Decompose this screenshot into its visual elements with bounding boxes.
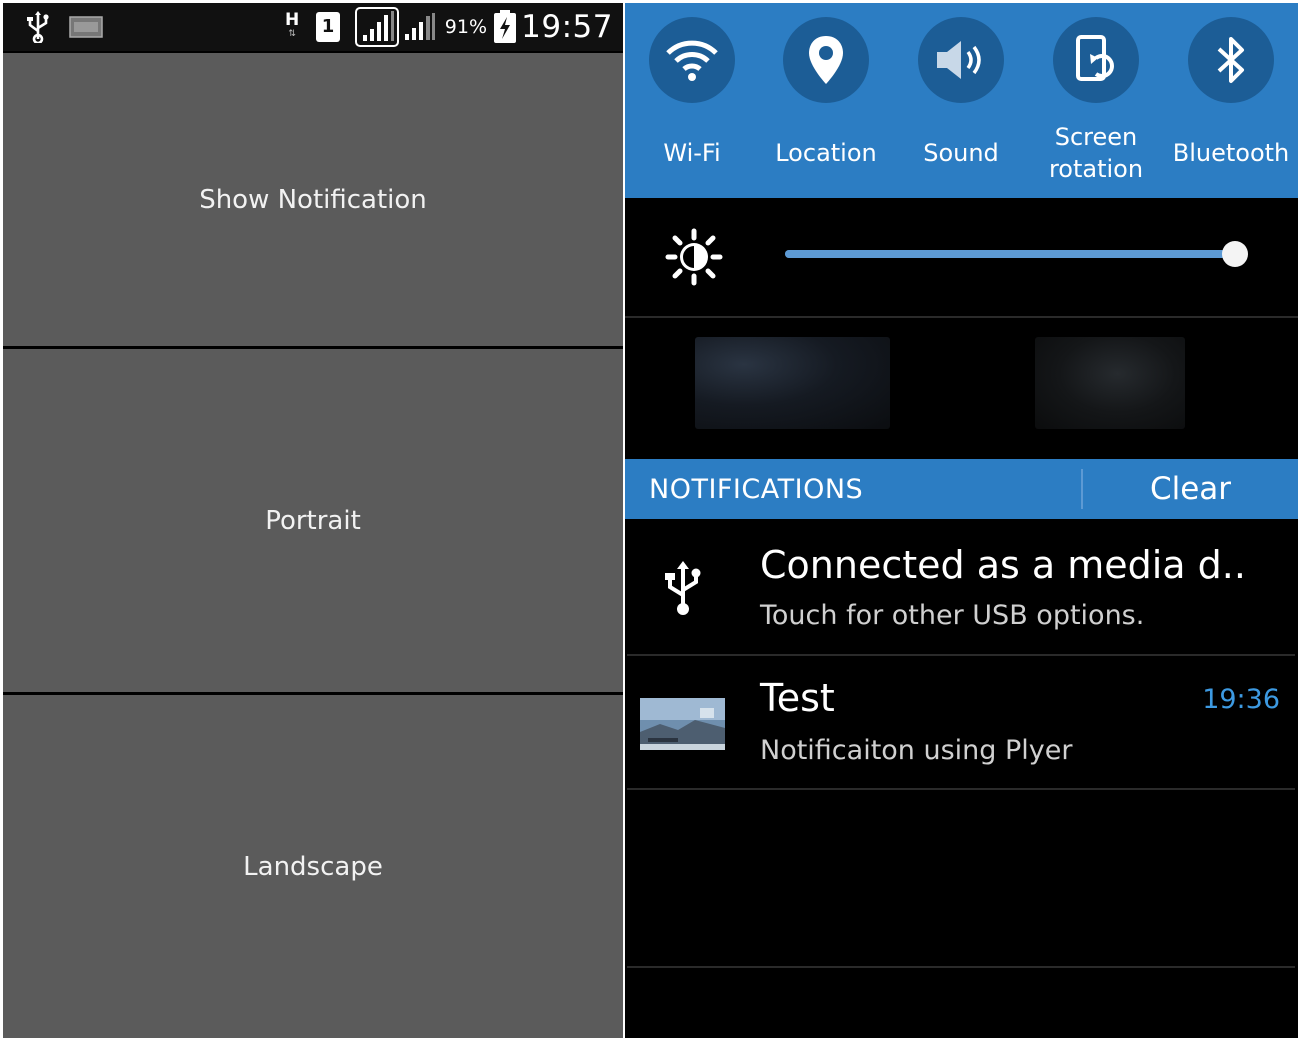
location-pin-icon bbox=[783, 17, 869, 103]
quick-toggle-label: Sound bbox=[923, 139, 999, 167]
quick-toggle-wifi[interactable]: Wi-Fi bbox=[625, 17, 759, 192]
battery-charging-icon bbox=[493, 3, 517, 51]
quick-toggle-label: Screen rotation bbox=[1029, 121, 1163, 185]
brightness-row bbox=[625, 198, 1298, 316]
notifications-title: NOTIFICATIONS bbox=[649, 473, 864, 505]
bluetooth-icon bbox=[1188, 17, 1274, 103]
clear-button[interactable]: Clear bbox=[1083, 459, 1298, 519]
quick-toggle-label: Wi-Fi bbox=[663, 139, 721, 167]
sim-icon: 1 bbox=[316, 3, 340, 51]
landscape-button[interactable]: Landscape bbox=[3, 695, 623, 1038]
screen-rotation-icon bbox=[1053, 17, 1139, 103]
quick-toggle-label: Location bbox=[775, 139, 877, 167]
notification-subtitle: Notificaiton using Plyer bbox=[760, 735, 1073, 766]
signal-icon-2 bbox=[404, 3, 436, 51]
preview-thumbnail[interactable] bbox=[1035, 337, 1185, 429]
image-icon bbox=[69, 3, 103, 51]
quick-settings-panel: Wi-Fi Location Sound Screen rotation Blu… bbox=[625, 3, 1298, 198]
network-h-icon: H ⇅ bbox=[285, 10, 300, 40]
media-preview-area bbox=[625, 319, 1298, 459]
divider bbox=[627, 788, 1295, 790]
divider bbox=[625, 316, 1298, 318]
brightness-slider[interactable] bbox=[785, 241, 1248, 267]
quick-toggle-sound[interactable]: Sound bbox=[894, 17, 1028, 192]
quick-toggle-label-line: rotation bbox=[1048, 155, 1144, 183]
wifi-icon bbox=[649, 17, 735, 103]
app-thumbnail bbox=[640, 698, 725, 750]
speaker-icon bbox=[918, 17, 1004, 103]
quick-toggle-screen-rotation[interactable]: Screen rotation bbox=[1029, 17, 1163, 192]
brightness-icon[interactable] bbox=[665, 228, 723, 286]
divider bbox=[627, 966, 1295, 968]
preview-thumbnail[interactable] bbox=[695, 337, 890, 429]
brightness-fill bbox=[785, 250, 1235, 258]
status-bar: H ⇅ 1 91% 19:57 bbox=[3, 3, 623, 51]
notification-shade: Wi-Fi Location Sound Screen rotation Blu… bbox=[625, 3, 1298, 1038]
notifications-header: NOTIFICATIONS Clear bbox=[625, 459, 1298, 519]
show-notification-button[interactable]: Show Notification bbox=[3, 53, 623, 346]
notification-title: Test bbox=[760, 676, 835, 720]
notification-time: 19:36 bbox=[1202, 684, 1280, 715]
divider bbox=[627, 654, 1295, 656]
brightness-slider-thumb[interactable] bbox=[1222, 241, 1248, 267]
quick-toggle-label: Bluetooth bbox=[1172, 139, 1290, 167]
quick-toggle-bluetooth[interactable]: Bluetooth bbox=[1164, 17, 1298, 192]
notification-usb[interactable]: Connected as a media d.. Touch for other… bbox=[625, 521, 1298, 654]
usb-icon bbox=[25, 3, 51, 51]
battery-percent: 91% bbox=[444, 16, 487, 38]
signal-icon bbox=[355, 3, 399, 51]
usb-icon bbox=[663, 561, 703, 617]
app-screen: H ⇅ 1 91% 19:57 Show Notification Portra… bbox=[3, 3, 623, 1038]
portrait-button[interactable]: Portrait bbox=[3, 349, 623, 692]
notification-subtitle: Touch for other USB options. bbox=[760, 600, 1145, 631]
quick-toggle-location[interactable]: Location bbox=[759, 17, 893, 192]
notification-test[interactable]: Test Notificaiton using Plyer 19:36 bbox=[625, 658, 1298, 788]
clock: 19:57 bbox=[521, 9, 613, 45]
quick-toggle-label-line: Screen bbox=[1054, 123, 1138, 151]
notification-title: Connected as a media d.. bbox=[760, 543, 1246, 587]
